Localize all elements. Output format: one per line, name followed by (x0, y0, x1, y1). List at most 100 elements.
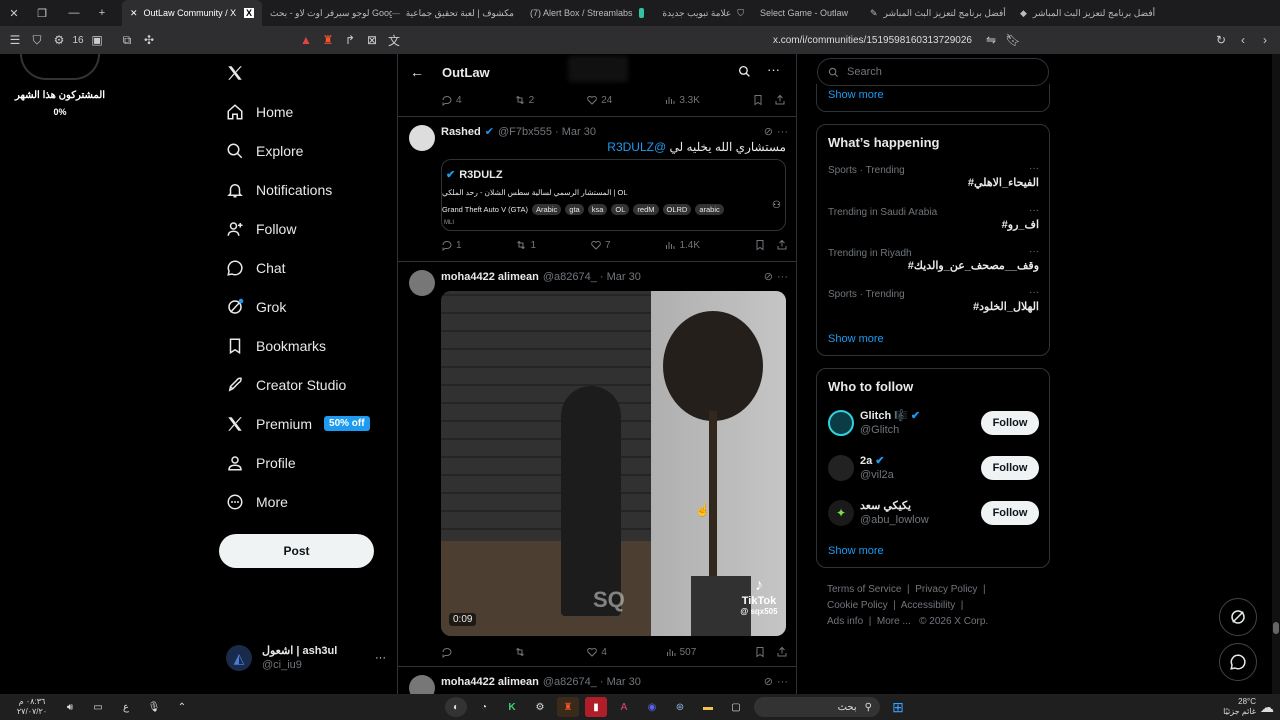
more-options-icon[interactable]: ··· (1029, 287, 1039, 298)
like-button[interactable]: 24 (586, 94, 612, 106)
scrollbar[interactable] (1272, 54, 1280, 694)
author-meta[interactable]: @F7bx555 · Mar 30 (498, 126, 596, 138)
brave-icon[interactable]: ♜ (317, 29, 339, 51)
more-options-icon[interactable]: ··· (777, 676, 788, 688)
trend-item[interactable]: Trending in Saudi Arabia #اف_رو ··· (828, 205, 1039, 231)
tab-stream-booster-2[interactable]: ◆ أفضل برنامج لتعزيز البث المباشر (1012, 0, 1162, 26)
grok-icon[interactable]: ⊘ (764, 125, 773, 138)
show-more-link[interactable]: Show more (828, 545, 884, 557)
grok-icon[interactable]: ⊘ (764, 675, 773, 688)
more-options-icon[interactable]: ··· (1029, 163, 1039, 174)
tweet-rashed[interactable]: Rashed ✔ @F7bx555 · Mar 30 ⊘ ··· مستشاري… (398, 116, 796, 261)
footer-link[interactable]: More ... (877, 616, 911, 627)
app-icon[interactable]: ◔ (473, 697, 495, 717)
search-icon[interactable] (738, 65, 751, 78)
tab-outlaw-community[interactable]: ✕ OutLaw Community / X X (122, 0, 262, 26)
share-icon[interactable] (776, 646, 788, 658)
file-explorer-icon[interactable]: ▬ (697, 697, 719, 717)
forward-icon[interactable]: › (1254, 29, 1276, 51)
more-options-icon[interactable]: ··· (1029, 205, 1039, 216)
search-box[interactable]: Search (817, 58, 1049, 86)
footer-link[interactable]: Privacy Policy (915, 584, 977, 595)
follow-button[interactable]: Follow (981, 411, 1039, 435)
search-input[interactable]: Search (847, 66, 882, 78)
app-icon[interactable]: A (613, 697, 635, 717)
tweet-moha-video[interactable]: moha4422 alimean @a82674_ · Mar 30 ⊘ ···… (398, 261, 796, 666)
repost-button[interactable] (514, 646, 529, 658)
close-tab-icon[interactable]: ✕ (130, 8, 138, 19)
microphone-icon[interactable]: 🎙︎ (143, 697, 165, 717)
reply-button[interactable]: 1 (441, 239, 462, 251)
suggested-account[interactable]: ✦ يكيكي سعد @abu_lowlow Follow (828, 495, 1039, 531)
tab-streamlabs[interactable]: (7) Alert Box / Streamlabs (522, 0, 652, 26)
discord-app-icon[interactable]: ◉ (641, 697, 663, 717)
show-more-link[interactable]: Show more (828, 333, 884, 345)
scrollbar-thumb[interactable] (1273, 622, 1279, 634)
show-more-link[interactable]: Show more (828, 89, 884, 101)
footer-link[interactable]: Terms of Service (827, 584, 901, 595)
alert-icon[interactable]: ▲ (295, 29, 317, 51)
share-icon[interactable] (774, 94, 786, 106)
repost-button[interactable]: 1 (515, 239, 536, 251)
app-icon[interactable]: ▢ (725, 697, 747, 717)
more-options-icon[interactable]: ··· (777, 271, 788, 283)
profile-card[interactable]: ✔ R3DULZ المستشار الرسمي لسالية سطس الشل… (441, 159, 786, 231)
share-icon[interactable] (776, 239, 788, 251)
minimize-window-icon[interactable]: — (60, 0, 88, 26)
author-name[interactable]: moha4422 alimean (441, 271, 539, 283)
more-options-icon[interactable]: ··· (1029, 246, 1039, 257)
mention-link[interactable]: @R3DULZ (607, 140, 666, 154)
views-button[interactable]: 1.4K (664, 239, 700, 251)
nav-chat[interactable]: Chat (218, 248, 388, 287)
tab-new-tab[interactable]: علامة تبويب جديدة ⛉ (652, 0, 752, 26)
restore-window-icon[interactable]: ❐ (28, 0, 56, 26)
kick-app-icon[interactable]: K (501, 697, 523, 717)
footer-link[interactable]: Accessibility (901, 600, 955, 611)
nav-home[interactable]: Home (218, 92, 388, 131)
nav-grok[interactable]: Grok (218, 287, 388, 326)
views-button[interactable]: 3.3K (664, 94, 700, 106)
screen-capture-icon[interactable]: ⊠ (361, 29, 383, 51)
x-logo[interactable] (218, 54, 388, 92)
nav-profile[interactable]: Profile (218, 443, 388, 482)
weather-widget[interactable]: 28°C غائم جزئيًا ☁ (1223, 697, 1274, 717)
repost-button[interactable]: 2 (514, 94, 534, 106)
nav-follow[interactable]: Follow (218, 209, 388, 248)
new-tab-icon[interactable]: + (88, 0, 116, 26)
shield-icon[interactable]: ⛉ (26, 29, 48, 51)
bookmark-icon[interactable] (754, 239, 766, 251)
settings-app-icon[interactable]: ⚙ (529, 697, 551, 717)
volume-icon[interactable]: 🔊︎ (59, 697, 81, 717)
clock[interactable]: ٠٨:٣٦ م ٢٧/٠٧/٢٠ (8, 697, 56, 717)
address-field[interactable]: x.com/i/communities/1519598160313729026 (773, 35, 972, 46)
nav-more[interactable]: More (218, 482, 388, 521)
steam-app-icon[interactable]: ⊛ (669, 697, 691, 717)
reload-icon[interactable]: ↻ (1210, 29, 1232, 51)
post-button[interactable]: Post (219, 534, 374, 568)
tray-chevron-icon[interactable]: ⌃ (171, 697, 193, 717)
trend-item[interactable]: Sports · Trending #الهلال_الخلود ··· (828, 287, 1039, 313)
taskbar-search[interactable]: بحث ⚲ (754, 697, 880, 717)
more-options-icon[interactable]: ··· (777, 126, 788, 138)
bookmark-icon[interactable] (752, 94, 764, 106)
tab-makshoof[interactable]: — مكشوف | لعبة تحقيق جماعية (392, 0, 522, 26)
more-options-icon[interactable]: ··· (767, 62, 780, 77)
language-indicator[interactable]: ع (115, 697, 137, 717)
nav-creator-studio[interactable]: Creator Studio (218, 365, 388, 404)
follow-button[interactable]: Follow (981, 456, 1039, 480)
nav-notifications[interactable]: Notifications (218, 170, 388, 209)
bookmark-icon[interactable] (754, 646, 766, 658)
grok-icon[interactable]: ⊘ (764, 270, 773, 283)
bookmark-page-icon[interactable]: 🔖︎ (1002, 29, 1024, 51)
sidebar-icon[interactable]: ▣ (86, 29, 108, 51)
brave-app-icon[interactable]: ♜ (557, 697, 579, 717)
follow-button[interactable]: Follow (981, 501, 1039, 525)
menu-icon[interactable]: ☰ (4, 29, 26, 51)
reply-button[interactable]: 4 (441, 94, 462, 106)
nav-explore[interactable]: Explore (218, 131, 388, 170)
footer-link[interactable]: Cookie Policy (827, 600, 888, 611)
translate-icon[interactable]: 文 (383, 29, 405, 51)
nav-bookmarks[interactable]: Bookmarks (218, 326, 388, 365)
puzzle-icon[interactable]: ✣ (138, 29, 160, 51)
trend-item[interactable]: Trending in Riyadh #وقف__مصحف_عن_والديك … (828, 246, 1039, 272)
